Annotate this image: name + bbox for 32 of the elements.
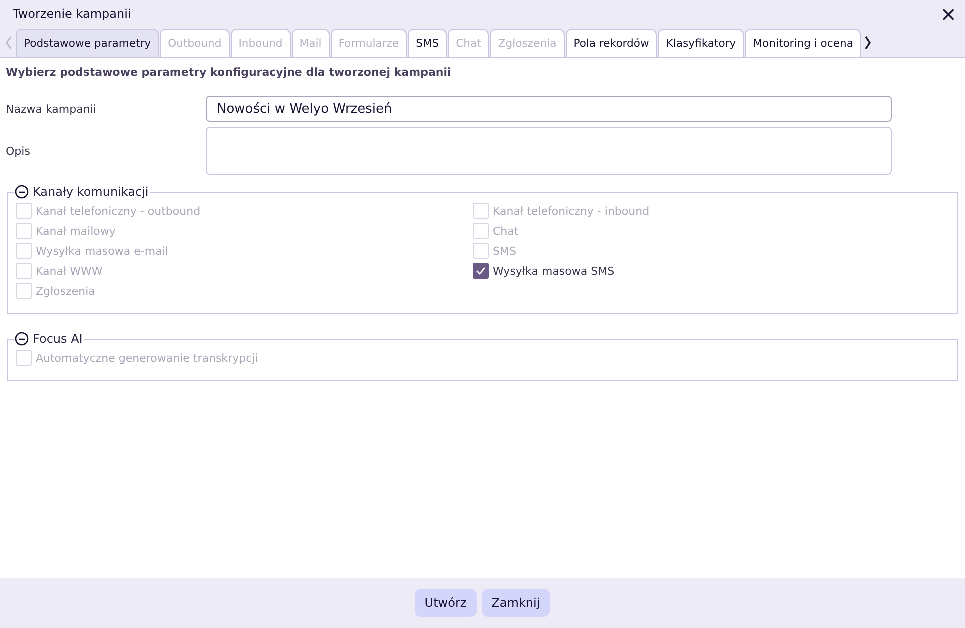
checkbox-label: Wysyłka masowa SMS [493,264,615,278]
window-title: Tworzenie kampanii [13,7,132,21]
checkbox[interactable] [473,263,489,279]
collapse-icon[interactable] [15,332,29,346]
checkbox-label: Chat [493,224,519,238]
field-label: Nazwa kampanii [6,102,98,116]
checkbox-label: Kanał telefoniczny - outbound [36,204,201,218]
tab[interactable]: Klasyfikatory [658,29,744,57]
description-field[interactable] [206,127,892,175]
checkbox-label: Automatyczne generowanie transkrypcji [36,352,258,364]
tab[interactable]: Monitoring i ocena [745,29,862,57]
checkbox-label: Kanał telefoniczny - inbound [493,204,650,218]
field-label: Opis [6,144,32,158]
checkmark-icon [476,267,486,275]
checkbox-label: Wysyłka masowa e-mail [36,244,168,258]
input-field[interactable]: Nowości w Welyo Wrzesień [206,96,892,122]
collapse-icon[interactable] [15,185,29,199]
close-dialog-button[interactable]: Zamknij [482,589,550,617]
tab[interactable]: SMS [408,29,448,57]
checkbox-label: Kanał WWW [36,264,103,278]
section-heading: Wybierz podstawowe parametry konfiguracyjne dla tworzonej kampanii [6,66,452,79]
scroll-left-icon[interactable] [5,36,13,50]
checkbox-label: Kanał mailowy [36,224,116,238]
create-button[interactable]: Utwórz [414,589,477,617]
checkbox-label: Zgłoszenia [36,284,96,298]
tab[interactable]: Pola rekordów [566,29,658,57]
close-button[interactable]: × [938,5,959,23]
group-title: Focus AI [33,332,83,346]
checkbox-label: SMS [493,244,516,258]
scroll-right-icon[interactable] [864,36,872,50]
tab[interactable]: Podstawowe parametry [16,29,160,57]
group-title: Kanały komunikacji [33,185,149,199]
